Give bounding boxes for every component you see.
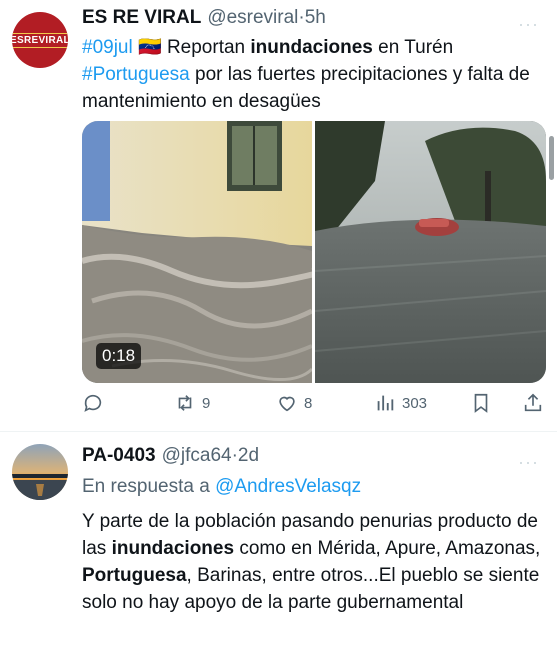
retweet-count: 9 (202, 394, 211, 412)
tweet-text: Y parte de la población pasando penurias… (82, 508, 542, 616)
reply-button[interactable] (82, 392, 110, 414)
retweet-button[interactable]: 9 (174, 392, 210, 414)
hashtag-link[interactable]: #09jul (82, 37, 133, 58)
handle-and-time: @jfca64·2d (161, 445, 260, 466)
display-name[interactable]: PA-0403 (82, 445, 156, 467)
tweet-esreviral[interactable]: ESREVIRAL ES RE VIRAL @esreviral·5h ··· … (0, 0, 557, 430)
avatar[interactable]: ESREVIRAL (12, 12, 68, 68)
text-segment: Reportan (161, 37, 251, 58)
timestamp[interactable]: 5h (305, 7, 326, 28)
tweet-header: ES RE VIRAL @esreviral·5h (82, 7, 326, 33)
text-bold-segment: inundaciones (250, 37, 373, 58)
handle[interactable]: @esreviral (207, 7, 298, 28)
reply-handle-link[interactable]: @AndresVelasqz (215, 476, 361, 497)
avatar-logo-text: ESREVIRAL (12, 32, 68, 48)
tweet-reply-pa0403[interactable]: PA-0403 @jfca64·2d ··· En respuesta a @A… (0, 432, 557, 650)
like-count: 8 (304, 394, 313, 412)
bookmark-icon (474, 393, 488, 413)
text-bold-segment: inundaciones (111, 538, 235, 559)
reply-icon (84, 394, 102, 412)
image-flooded-street[interactable] (315, 121, 546, 383)
reply-prefix: En respuesta a (82, 476, 216, 497)
hashtag-link[interactable]: #Portuguesa (82, 64, 190, 85)
avatar[interactable] (12, 444, 68, 500)
text-segment: en Turén (372, 37, 454, 58)
tweet-actions: 9 8 303 (82, 392, 546, 418)
tweet-text: #09jul 🇻🇪 Reportan inundaciones en Turén… (82, 34, 542, 115)
analytics-icon (377, 395, 394, 411)
text-segment: como en Mérida, Apure, Amazonas, (234, 538, 541, 559)
video-thumbnail-flooded-house[interactable]: 0:18 (82, 121, 312, 383)
video-duration-badge: 0:18 (96, 343, 142, 369)
media-grid: 0:18 (82, 121, 546, 383)
timestamp[interactable]: 2d (238, 445, 259, 466)
retweet-icon (178, 395, 192, 411)
share-button[interactable] (522, 392, 544, 414)
handle-and-time: @esreviral·5h (207, 7, 326, 28)
bookmark-button[interactable] (470, 392, 492, 414)
like-button[interactable]: 8 (276, 392, 312, 414)
display-name[interactable]: ES RE VIRAL (82, 7, 201, 29)
views-count: 303 (402, 394, 428, 412)
sunset-avatar-image (12, 444, 68, 500)
tweet-header: PA-0403 @jfca64·2d (82, 445, 259, 471)
share-icon (524, 393, 542, 412)
flood-street-image (315, 121, 546, 383)
views-button[interactable]: 303 (374, 392, 427, 414)
heart-icon (279, 396, 295, 412)
text-bold-segment: Portuguesa (82, 565, 187, 586)
more-options-icon[interactable]: ··· (518, 452, 539, 473)
handle[interactable]: @jfca64 (162, 445, 232, 466)
venezuela-flag-emoji: 🇻🇪 (138, 37, 162, 58)
replying-to: En respuesta a @AndresVelasqz (82, 476, 361, 498)
more-options-icon[interactable]: ··· (518, 14, 539, 35)
